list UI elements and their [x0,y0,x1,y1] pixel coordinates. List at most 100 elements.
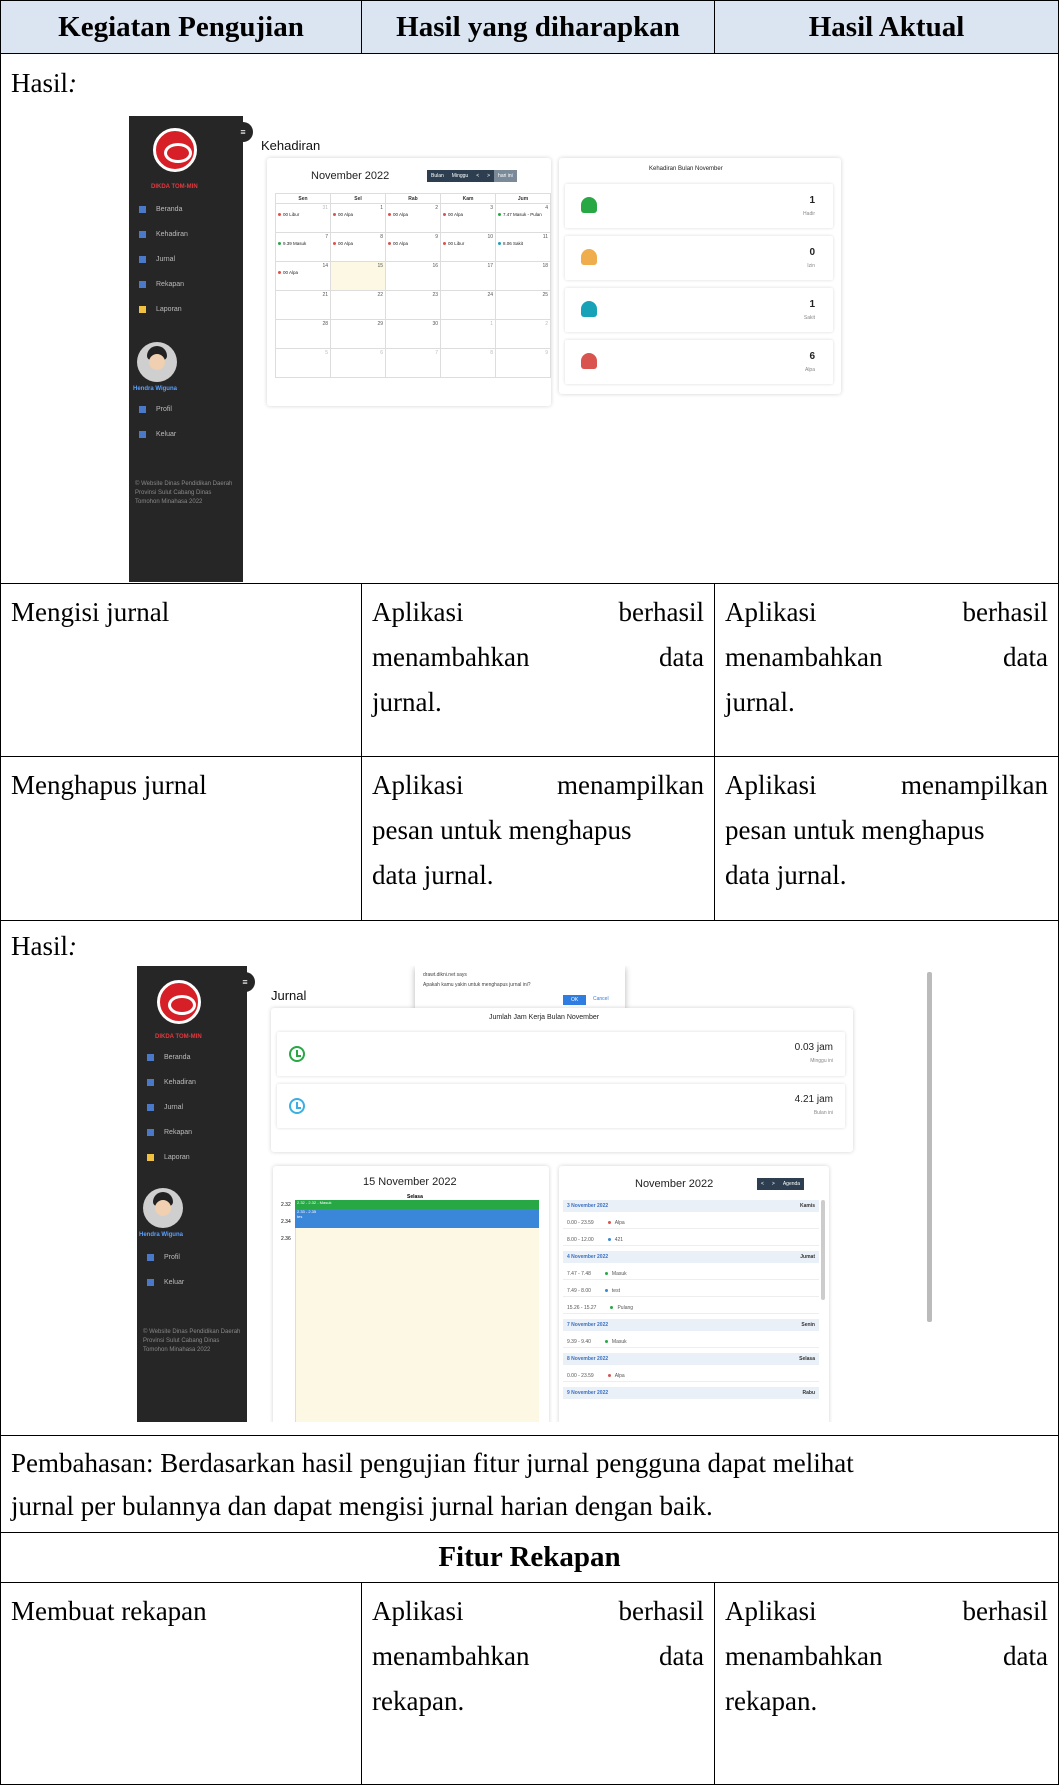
cal-day-cell[interactable]: 7 [385,348,441,378]
cal-day-cell[interactable]: 2 [495,319,551,349]
cal-day-cell[interactable]: 30 [385,319,441,349]
cal-day-cell[interactable]: 16 [385,261,441,291]
hours-card: Jumlah Jam Kerja Bulan November 0.03 jam… [271,1008,853,1152]
header-kegiatan-text: Kegiatan Pengujian [58,10,304,43]
cal-day-cell[interactable]: 2 00 Alpa [385,203,441,233]
agenda-view-button[interactable]: Agenda [778,1178,805,1190]
cal-event[interactable]: 7.47 Masuk - Pulan [498,212,548,217]
sidebar2-item-kehadiran[interactable]: Kehadiran [147,1079,196,1086]
cal-day-cell[interactable]: 1 00 Alpa [330,203,386,233]
event-tes[interactable]: 2.33 - 2.35 tes [295,1209,539,1228]
btn-hari-ini[interactable]: hari ini [494,170,517,182]
cal-event[interactable]: 00 Alpa [278,270,328,275]
cal-day-cell[interactable]: 8 [440,348,496,378]
agenda-buttons: < > Agenda [757,1178,805,1190]
sidebar-item-jurnal[interactable]: Jurnal [139,256,175,263]
cal-day-cell[interactable]: 31 00 Libur [275,203,331,233]
sidebar-item-rekapan[interactable]: Rekapan [139,281,184,288]
header-aktual: Hasil Aktual [714,0,1059,54]
user-icon [581,353,597,369]
sidebar-item-laporan[interactable]: Laporan [139,306,182,313]
cal-day-cell[interactable]: 29 [330,319,386,349]
cal-day-cell[interactable]: 3 00 Alpa [440,203,496,233]
cal-day-header: Rab [385,193,441,204]
agenda-date-row: 8 November 2022 Selasa [563,1353,819,1365]
cal-event[interactable]: 00 Alpa [443,212,493,217]
cal-day-cell[interactable]: 9 00 Alpa [385,232,441,262]
sidebar2-item-keluar[interactable]: Keluar [147,1279,184,1286]
menu-toggle-icon[interactable]: ≡ [233,122,253,142]
agenda-event-row[interactable]: 7.49 - 8.00 test [563,1285,819,1297]
cal-event[interactable]: 00 Alpa [333,241,383,246]
cal-day-cell[interactable]: 11 8.06 Sakit [495,232,551,262]
sidebar2-item-beranda[interactable]: Beranda [147,1054,190,1061]
pembahasan-line-2: jurnal per bulannya dan dapat mengisi ju… [11,1491,713,1521]
sidebar-item-beranda[interactable]: Beranda [139,206,182,213]
agenda-scrollbar[interactable] [821,1200,825,1300]
sidebar-item-kehadiran[interactable]: Kehadiran [139,231,188,238]
cal-event[interactable]: 00 Alpa [333,212,383,217]
kegiatan-mengisi-jurnal: Mengisi jurnal [0,583,362,757]
menu-toggle-icon-2[interactable]: ≡ [235,972,255,992]
agenda-event-row[interactable]: 0.00 - 23.59 Alpa [563,1370,819,1382]
dialog-ok-button[interactable]: OK [563,995,587,1005]
hasil-label: Hasil: [11,68,77,98]
confirm-dialog: drawt.dikni.net says Apakah kamu yakin u… [415,966,625,1008]
sidebar-2: DIKDA TOM-MIN Beranda Kehadiran Jurnal R… [137,966,247,1422]
event-masuk[interactable]: 2.32 - 2.32 - Masuk [295,1200,539,1209]
cal-day-cell[interactable]: 18 [495,261,551,291]
cal-day-cell[interactable]: 1 [440,319,496,349]
cal-event[interactable]: 00 Libur [278,212,328,217]
agenda-event-row[interactable]: 9.39 - 9.40 Masuk [563,1336,819,1348]
cal-day-cell[interactable]: 9 [495,348,551,378]
cal-day-cell[interactable]: 15 [330,261,386,291]
btn-bulan[interactable]: Bulan [427,170,448,182]
user-icon [581,301,597,317]
btn-minggu[interactable]: Minggu [447,170,473,182]
sidebar2-item-profil[interactable]: Profil [147,1254,180,1261]
pembahasan: Pembahasan: Berdasarkan hasil pengujian … [0,1435,1059,1533]
cal-day-cell[interactable]: 25 [495,290,551,320]
dialog-cancel-button[interactable]: Cancel [593,996,609,1002]
agenda-event-row[interactable]: 0.00 - 23.59 Alpa [563,1217,819,1229]
time-1: 2.32 [281,1202,291,1208]
agenda-next[interactable]: > [767,1178,779,1190]
cal-day-cell[interactable]: 23 [385,290,441,320]
cal-day-cell[interactable]: 22 [330,290,386,320]
cal-day-cell[interactable]: 6 [330,348,386,378]
cal-day-cell[interactable]: 10 00 Libur [440,232,496,262]
sidebar2-item-rekapan[interactable]: Rekapan [147,1129,192,1136]
screenshot-jurnal: DIKDA TOM-MIN Beranda Kehadiran Jurnal R… [135,966,941,1422]
cal-event[interactable]: 8.06 Sakit [498,241,548,246]
cal-event[interactable]: 00 Alpa [388,212,438,217]
btn-next[interactable]: > [483,170,495,182]
sidebar-item-profil[interactable]: Profil [139,406,172,413]
aktual-membuat-rekapan: Aplikasi berhasil menambahkan data rekapan… [714,1582,1059,1785]
cal-day-cell[interactable]: 14 00 Alpa [275,261,331,291]
cal-day-cell[interactable]: 24 [440,290,496,320]
pembahasan-line-1: Pembahasan: Berdasarkan hasil pengujian … [11,1448,854,1478]
cal-day-header: Jum [495,193,551,204]
cal-day-cell[interactable]: 17 [440,261,496,291]
stat-box-sakit: 1 Sakit [565,288,833,332]
cal-day-cell[interactable]: 5 [275,348,331,378]
page-scrollbar[interactable] [927,972,932,1322]
cal-day-cell[interactable]: 7 9.39 Masuk [275,232,331,262]
agenda-event-row[interactable]: 8.00 - 12.00 421 [563,1234,819,1246]
sidebar-item-keluar[interactable]: Keluar [139,431,176,438]
cal-event[interactable]: 00 Alpa [388,241,438,246]
agenda-event-row[interactable]: 15.26 - 15.27 Pulang [563,1302,819,1314]
cal-event[interactable]: 9.39 Masuk [278,241,328,246]
cal-day-cell[interactable]: 8 00 Alpa [330,232,386,262]
document-page: Kegiatan Pengujian Hasil yang diharapkan… [0,0,1059,1785]
sidebar2-item-laporan[interactable]: Laporan [147,1154,190,1161]
cal-day-cell[interactable]: 28 [275,319,331,349]
agenda-event-row[interactable]: 7.47 - 7.48 Masuk [563,1268,819,1280]
cal-day-cell[interactable]: 4 7.47 Masuk - Pulan [495,203,551,233]
cal-event[interactable]: 00 Libur [443,241,493,246]
sidebar2-item-jurnal[interactable]: Jurnal [147,1104,183,1111]
hasil-row-2: Hasil: DIKDA TOM-MIN Beranda Kehadiran J… [0,920,1059,1436]
btn-prev[interactable]: < [472,170,484,182]
cal-day-cell[interactable]: 21 [275,290,331,320]
agenda-prev[interactable]: < [757,1178,768,1190]
